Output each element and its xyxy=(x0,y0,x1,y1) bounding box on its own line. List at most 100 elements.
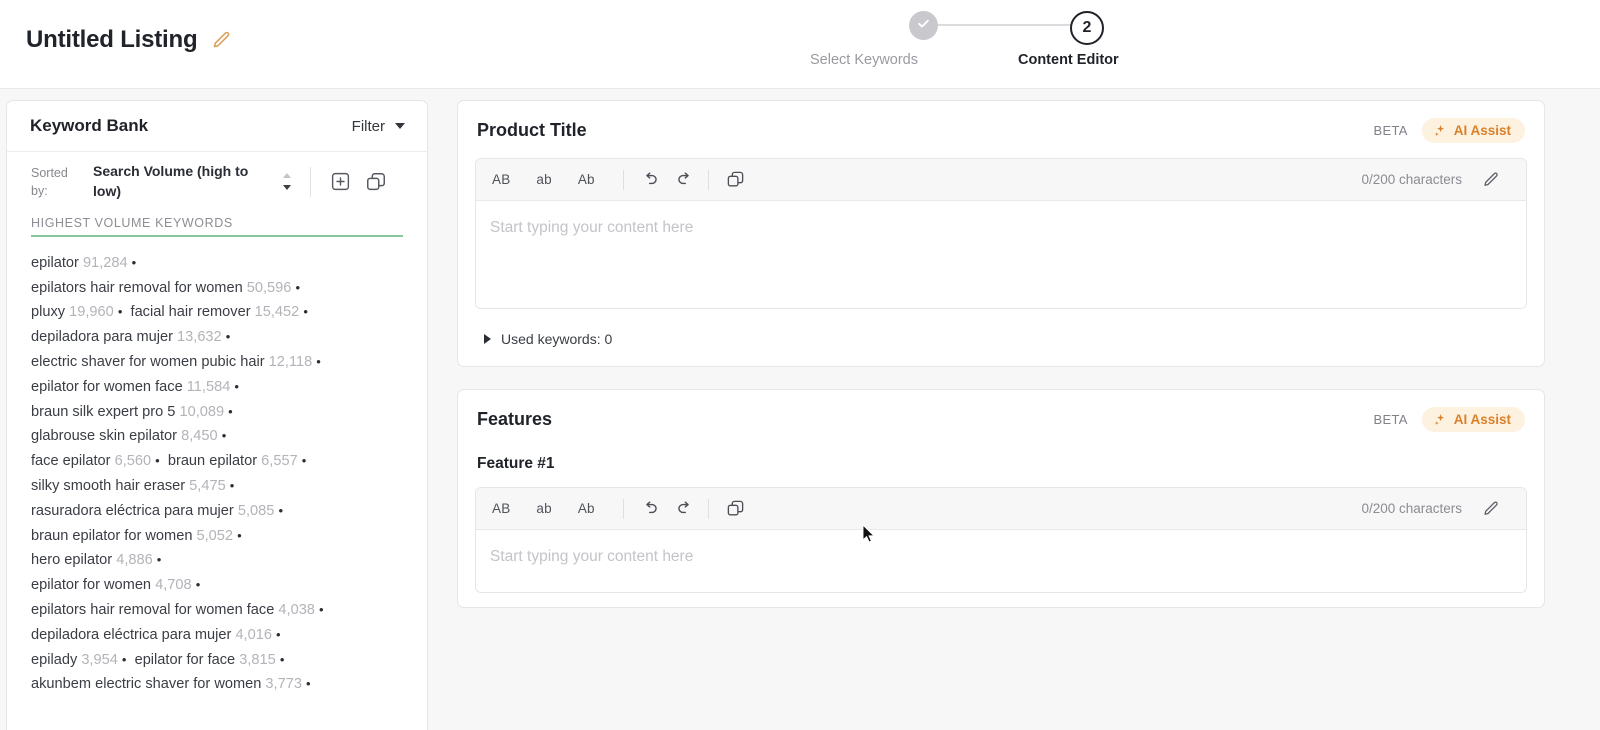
uppercase-button[interactable]: AB xyxy=(492,172,510,187)
card-header: Product Title BETA AI Assist xyxy=(458,101,1544,158)
sort-direction-toggle[interactable] xyxy=(280,173,294,191)
chevron-down-icon xyxy=(283,185,291,191)
keyword-row[interactable]: epilators hair removal for women face 4,… xyxy=(31,598,411,623)
sort-value[interactable]: Search Volume (high to low) xyxy=(93,162,268,202)
keyword-term[interactable]: epilator xyxy=(31,255,79,271)
keyword-volume: 5,475 xyxy=(189,477,226,494)
expand-editor-button[interactable] xyxy=(1478,496,1504,522)
keyword-row[interactable]: silky smooth hair eraser 5,475 • xyxy=(31,474,411,499)
keyword-row[interactable]: epilators hair removal for women 50,596 … xyxy=(31,276,411,301)
keyword-separator-dot: • xyxy=(301,453,307,469)
sorted-by-label: Sorted by: xyxy=(31,165,68,198)
card-header-actions: BETA AI Assist xyxy=(1374,407,1525,432)
keyword-term[interactable]: hero epilator xyxy=(31,552,112,568)
titlecase-button[interactable]: Ab xyxy=(578,501,595,516)
keyword-separator-dot: • xyxy=(295,279,301,295)
keyword-row[interactable]: epilator for women 4,708 • xyxy=(31,573,411,598)
undo-button[interactable] xyxy=(638,496,664,522)
used-keywords-toggle[interactable]: Used keywords: 0 xyxy=(458,309,1544,366)
keyword-row[interactable]: depiladora eléctrica para mujer 4,016 • xyxy=(31,623,411,648)
keyword-row[interactable]: glabrouse skin epilator 8,450 • xyxy=(31,424,411,449)
filter-dropdown[interactable]: Filter xyxy=(352,118,405,135)
keyword-term[interactable]: face epilator xyxy=(31,453,111,469)
main-content-area: Keyword Bank Filter Sorted by: Search Vo… xyxy=(0,89,1600,730)
editor-placeholder: Start typing your content here xyxy=(490,548,694,565)
keyword-term[interactable]: epilators hair removal for women face xyxy=(31,602,274,618)
titlecase-button[interactable]: Ab xyxy=(578,172,595,187)
keyword-row[interactable]: face epilator 6,560 • braun epilator 6,5… xyxy=(31,449,411,474)
keyword-term[interactable]: akunbem electric shaver for women xyxy=(31,676,261,692)
lowercase-button[interactable]: ab xyxy=(536,501,551,516)
rich-text-editor: AB ab Ab 0/200 characters Start typing y… xyxy=(475,158,1527,309)
keyword-separator-dot: • xyxy=(155,453,160,469)
pencil-icon[interactable] xyxy=(211,30,232,51)
keyword-term[interactable]: facial hair remover xyxy=(131,304,251,320)
redo-button[interactable] xyxy=(672,496,698,522)
keyword-bank-title: Keyword Bank xyxy=(30,116,149,135)
keyword-separator-dot: • xyxy=(306,676,311,692)
keyword-row[interactable]: epilator 91,284 • xyxy=(31,251,411,276)
copy-content-button[interactable] xyxy=(723,167,749,193)
uppercase-button[interactable]: AB xyxy=(492,501,510,516)
keyword-row[interactable]: pluxy 19,960 • facial hair remover 15,45… xyxy=(31,300,411,325)
add-keyword-button[interactable] xyxy=(327,169,353,195)
stepper-step-2-content-editor[interactable]: 2 xyxy=(1070,11,1104,45)
keyword-term[interactable]: braun epilator for women xyxy=(31,528,192,544)
plus-square-icon xyxy=(331,173,349,191)
keyword-term[interactable]: epilady xyxy=(31,652,77,668)
lowercase-button[interactable]: ab xyxy=(536,172,551,187)
stepper-connector-line xyxy=(924,24,1086,26)
keyword-term[interactable]: braun silk expert pro 5 xyxy=(31,404,175,420)
chevron-up-icon xyxy=(283,173,291,179)
keyword-term[interactable]: pluxy xyxy=(31,304,65,320)
keyword-term[interactable]: epilator for face xyxy=(135,652,236,668)
copy-keywords-button[interactable] xyxy=(363,169,389,195)
keyword-volume: 4,886 xyxy=(116,552,153,569)
divider xyxy=(310,166,311,197)
keyword-term[interactable]: silky smooth hair eraser xyxy=(31,478,185,494)
keyword-list[interactable]: epilator 91,284 • epilators hair removal … xyxy=(7,237,427,697)
editor-text-area[interactable]: Start typing your content here xyxy=(476,201,1526,308)
keyword-row[interactable]: depiladora para mujer 13,632 • xyxy=(31,325,411,350)
keyword-volume: 3,815 xyxy=(239,651,276,668)
sparkle-icon xyxy=(1434,413,1444,425)
keyword-term[interactable]: braun epilator xyxy=(168,453,257,469)
keyword-row[interactable]: epilator for women face 11,584 • xyxy=(31,375,411,400)
keyword-term[interactable]: glabrouse skin epilator xyxy=(31,428,177,444)
keyword-row[interactable]: hero epilator 4,886 • xyxy=(31,548,411,573)
highest-volume-keywords-label: HIGHEST VOLUME KEYWORDS xyxy=(31,215,233,230)
stepper-label-content-editor[interactable]: Content Editor xyxy=(1018,52,1119,68)
ai-assist-button[interactable]: AI Assist xyxy=(1421,407,1525,432)
keyword-term[interactable]: rasuradora eléctrica para mujer xyxy=(31,503,234,519)
keyword-row[interactable]: epilady 3,954 • epilator for face 3,815 … xyxy=(31,648,411,673)
keyword-term[interactable]: epilators hair removal for women xyxy=(31,280,243,296)
ai-assist-button[interactable]: AI Assist xyxy=(1421,118,1525,143)
progress-stepper: 2 Select Keywords Content Editor xyxy=(810,8,1156,72)
keyword-volume: 3,773 xyxy=(265,676,302,693)
keyword-term[interactable]: electric shaver for women pubic hair xyxy=(31,354,265,370)
keyword-row[interactable]: braun silk expert pro 5 10,089 • xyxy=(31,400,411,425)
keyword-separator-dot: • xyxy=(234,378,239,394)
editor-text-area[interactable]: Start typing your content here xyxy=(476,530,1526,592)
keyword-row[interactable]: akunbem electric shaver for women 3,773 … xyxy=(31,672,411,697)
ai-assist-label: AI Assist xyxy=(1453,123,1511,138)
keyword-volume: 91,284 xyxy=(82,254,128,271)
keyword-row[interactable]: electric shaver for women pubic hair 12,… xyxy=(31,350,411,375)
divider xyxy=(622,169,624,190)
keyword-term[interactable]: epilator for women xyxy=(31,577,151,593)
stepper-step-2-number: 2 xyxy=(1082,19,1092,36)
redo-button[interactable] xyxy=(672,167,698,193)
keyword-row[interactable]: rasuradora eléctrica para mujer 5,085 • xyxy=(31,499,411,524)
keyword-volume: 5,052 xyxy=(196,527,234,544)
keyword-term[interactable]: epilator for women face xyxy=(31,379,183,395)
copy-content-button[interactable] xyxy=(723,496,749,522)
expand-editor-button[interactable] xyxy=(1478,167,1504,193)
keyword-separator-dot: • xyxy=(195,577,201,593)
undo-button[interactable] xyxy=(638,167,664,193)
keyword-term[interactable]: depiladora eléctrica para mujer xyxy=(31,627,231,643)
keyword-term[interactable]: depiladora para mujer xyxy=(31,329,173,345)
keyword-row[interactable]: braun epilator for women 5,052 • xyxy=(31,524,411,549)
stepper-label-select-keywords[interactable]: Select Keywords xyxy=(810,52,918,68)
keyword-separator-dot: • xyxy=(276,626,281,642)
stepper-step-1-select-keywords[interactable] xyxy=(909,11,938,40)
